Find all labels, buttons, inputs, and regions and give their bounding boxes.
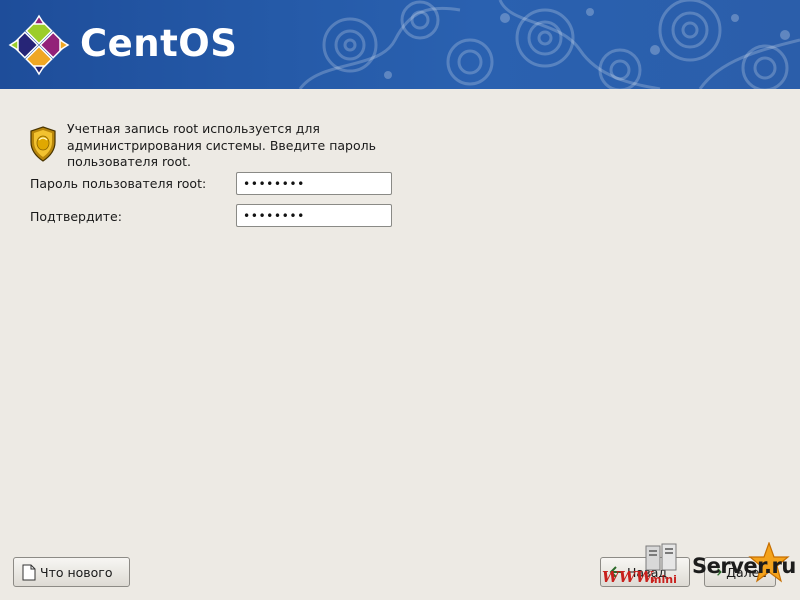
watermark-mini-text: mini bbox=[650, 573, 677, 586]
centos-logo-icon bbox=[8, 14, 70, 76]
root-password-input[interactable] bbox=[236, 172, 392, 195]
document-icon bbox=[22, 564, 36, 580]
release-notes-label: Что нового bbox=[40, 564, 113, 580]
watermark-server-text: Server.ru bbox=[692, 554, 796, 578]
miniserver-watermark: WWW. mini Server.ru bbox=[598, 540, 798, 600]
header-banner: CentOS bbox=[0, 0, 800, 89]
shield-icon bbox=[30, 126, 56, 162]
confirm-password-input[interactable] bbox=[236, 204, 392, 227]
logo-text: CentOS bbox=[80, 22, 238, 65]
release-notes-button[interactable]: Что нового bbox=[13, 557, 130, 587]
root-password-label: Пароль пользователя root: bbox=[30, 176, 207, 191]
confirm-password-label: Подтвердите: bbox=[30, 209, 122, 224]
watermark-www-text: WWW. bbox=[602, 568, 656, 586]
root-account-info-text: Учетная запись root используется для адм… bbox=[67, 121, 376, 169]
